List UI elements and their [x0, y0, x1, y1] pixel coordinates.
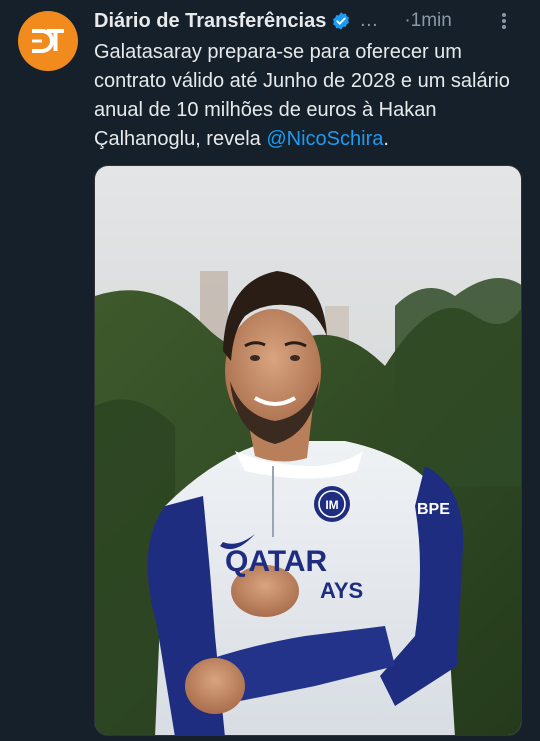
verified-badge-icon [331, 11, 351, 31]
brand-logo-icon [32, 29, 64, 53]
player-photo: IM QATAR AYS BPE [95, 166, 521, 735]
time-value: 1min [410, 10, 452, 31]
tweet-photo[interactable]: IM QATAR AYS BPE [94, 165, 522, 736]
more-vertical-icon[interactable] [494, 10, 514, 32]
avatar[interactable] [18, 11, 78, 71]
tweet-header: Diário de Transferências … ·1min [94, 8, 524, 34]
mention-link[interactable]: @NicoSchira [266, 128, 383, 150]
tweet-end: . [383, 128, 389, 150]
sleeve-text: BPE [417, 501, 450, 518]
crest-text: IM [325, 498, 338, 512]
handle[interactable]: … [359, 10, 378, 32]
tweet-card[interactable]: Diário de Transferências … ·1min Galatas… [0, 0, 540, 741]
sponsor-line-1: QATAR [225, 545, 328, 578]
display-name[interactable]: Diário de Transferências [94, 10, 326, 33]
timestamp[interactable]: ·1min [404, 10, 452, 32]
tweet-text: Galatasaray prepara-se para oferecer um … [94, 38, 524, 154]
sponsor-line-2: AYS [320, 578, 363, 603]
